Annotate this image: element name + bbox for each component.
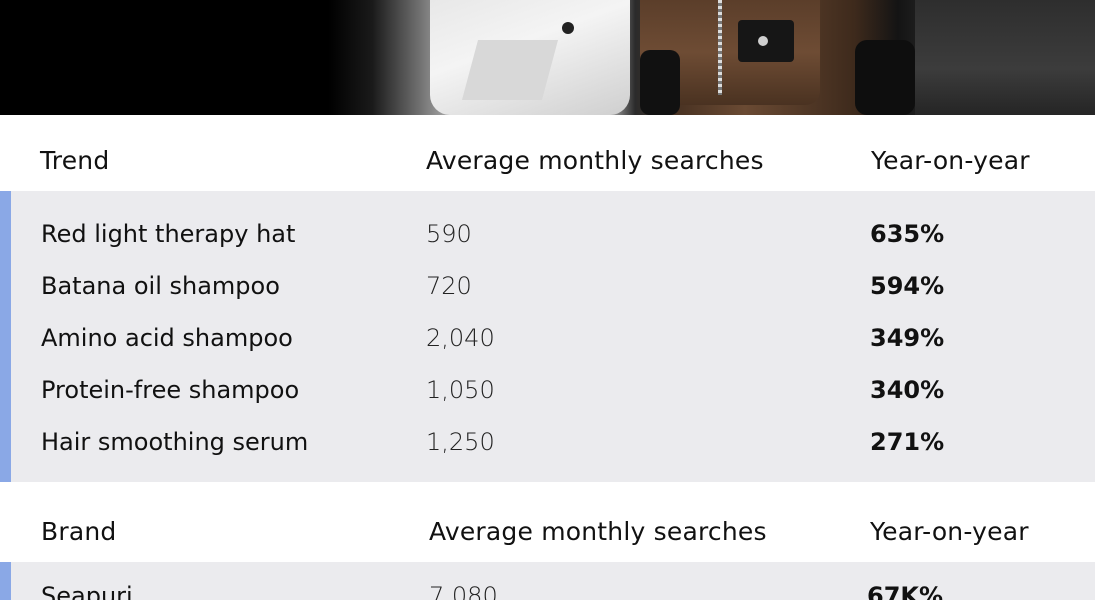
trend-yoy: 594% — [870, 272, 945, 300]
trend-yoy: 635% — [870, 220, 945, 248]
trend-searches: 590 — [426, 220, 472, 248]
coat-button — [562, 22, 574, 34]
table-row: Amino acid shampoo 2,040 349% — [0, 312, 1095, 364]
trend-searches: 2,040 — [426, 324, 495, 352]
trend-table-body: Red light therapy hat 590 635% Batana oi… — [0, 191, 1095, 482]
brand-header-yoy: Year-on-year — [870, 517, 1029, 546]
trend-yoy: 349% — [870, 324, 945, 352]
brand-searches: 7,080 — [429, 582, 498, 600]
fashion-photo-banner — [0, 0, 1095, 115]
trend-table-header: Trend Average monthly searches Year-on-y… — [0, 115, 1095, 191]
brand-table-header: Brand Average monthly searches Year-on-y… — [0, 486, 1095, 562]
trend-header-name: Trend — [40, 146, 110, 175]
table-row: Seapuri 7,080 67K% — [0, 570, 1095, 600]
table-row: Protein-free shampoo 1,050 340% — [0, 364, 1095, 416]
brand-table-body: Seapuri 7,080 67K% — [0, 562, 1095, 600]
dark-coat-shape — [915, 0, 1095, 115]
table-row: Hair smoothing serum 1,250 271% — [0, 416, 1095, 468]
white-coat-fold — [461, 40, 559, 100]
leather-sleeve-right — [855, 40, 915, 115]
trend-searches: 720 — [426, 272, 472, 300]
trend-name: Batana oil shampoo — [41, 272, 280, 300]
trend-name: Red light therapy hat — [41, 220, 296, 248]
trend-name: Amino acid shampoo — [41, 324, 293, 352]
trend-name: Hair smoothing serum — [41, 428, 309, 456]
trend-searches: 1,050 — [426, 376, 495, 404]
brand-header-name: Brand — [41, 517, 117, 546]
table-row: Batana oil shampoo 720 594% — [0, 260, 1095, 312]
table-row: Red light therapy hat 590 635% — [0, 208, 1095, 260]
trend-name: Protein-free shampoo — [41, 376, 300, 404]
brand-header-searches: Average monthly searches — [429, 517, 767, 546]
trend-searches: 1,250 — [426, 428, 495, 456]
trend-header-searches: Average monthly searches — [426, 146, 764, 175]
trend-header-yoy: Year-on-year — [871, 146, 1030, 175]
pocket-snap — [758, 36, 768, 46]
jacket-zipper — [718, 0, 722, 95]
trend-yoy: 271% — [870, 428, 945, 456]
brand-yoy: 67K% — [867, 582, 944, 600]
brand-name: Seapuri — [41, 582, 133, 600]
trend-yoy: 340% — [870, 376, 945, 404]
leather-sleeve-left — [640, 50, 680, 115]
